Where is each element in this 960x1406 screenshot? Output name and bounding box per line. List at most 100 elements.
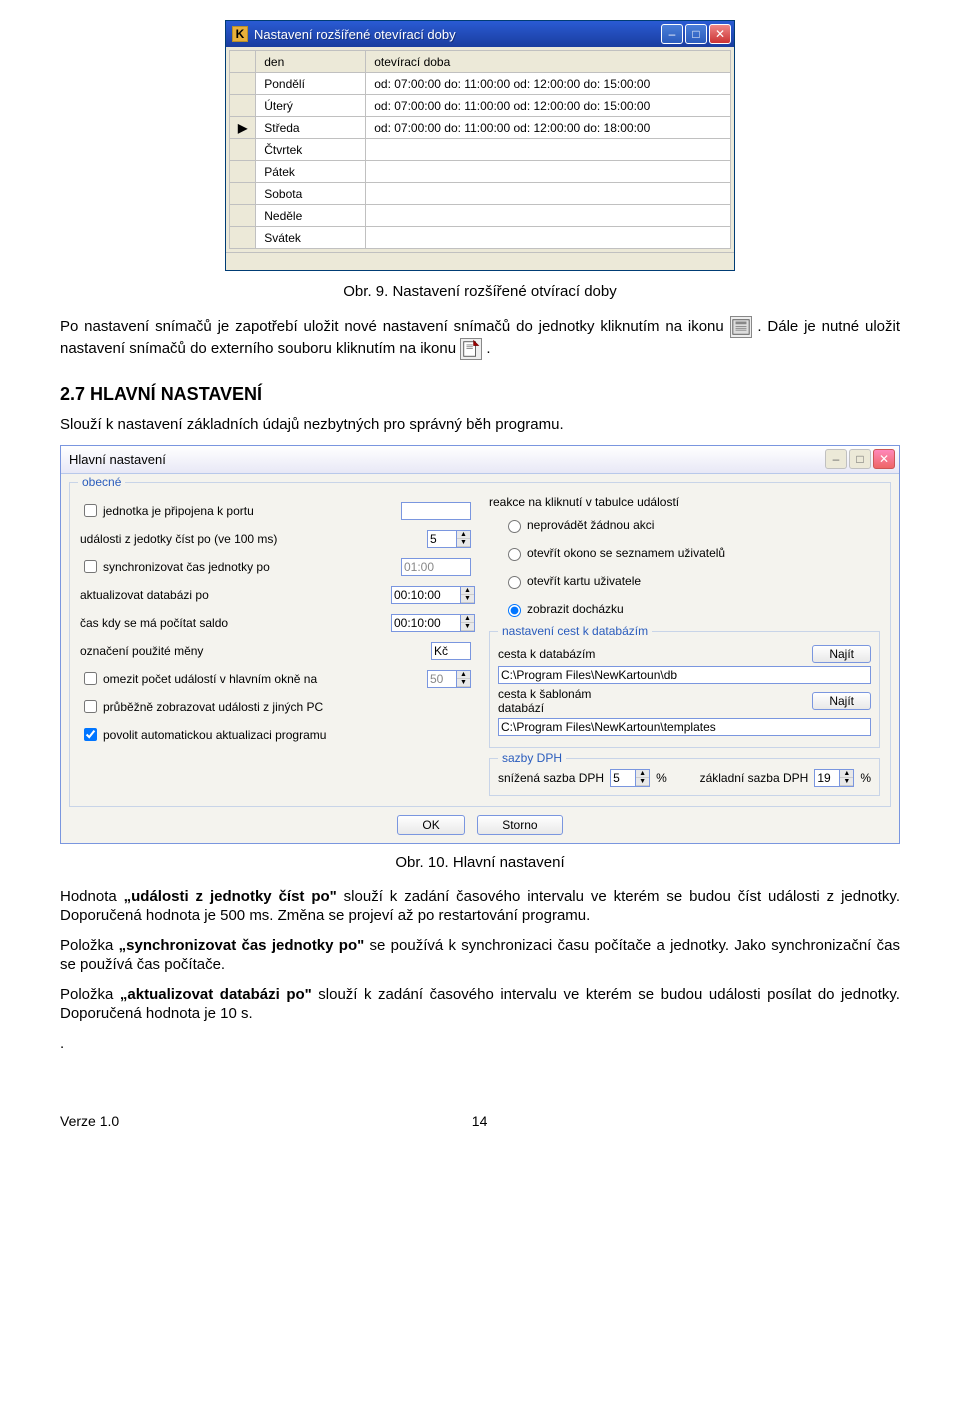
row-marker[interactable] <box>230 183 256 205</box>
cell-day[interactable]: Neděle <box>256 205 366 227</box>
main-settings-window: Hlavní nastavení – □ ✕ obecné jednotka j… <box>60 445 900 844</box>
row-marker[interactable] <box>230 95 256 117</box>
maximize-button[interactable]: □ <box>849 449 871 469</box>
spinner-icon[interactable]: ▲▼ <box>840 769 854 787</box>
section-heading: 2.7 HLAVNÍ NASTAVENÍ <box>60 384 900 405</box>
cell-hours[interactable]: od: 07:00:00 do: 11:00:00 od: 12:00:00 d… <box>366 95 731 117</box>
table-row[interactable]: Čtvrtek <box>230 139 731 161</box>
spinner-icon[interactable]: ▲▼ <box>636 769 650 787</box>
maximize-button[interactable]: □ <box>685 24 707 44</box>
find-db-button[interactable]: Najít <box>812 645 871 663</box>
db-path-label: cesta k databázím <box>498 647 638 661</box>
footer-version: Verze 1.0 <box>60 1113 119 1129</box>
saldo-input[interactable] <box>391 614 461 632</box>
port-label: jednotka je připojena k portu <box>103 504 391 518</box>
sync-time-checkbox[interactable] <box>84 560 97 573</box>
schedule-titlebar[interactable]: K Nastavení rozšířené otevírací doby – □… <box>226 21 734 47</box>
dph-legend: sazby DPH <box>498 751 566 765</box>
ok-button[interactable]: OK <box>397 815 464 835</box>
row-marker[interactable] <box>230 205 256 227</box>
row-marker[interactable] <box>230 139 256 161</box>
reaction-none-radio[interactable] <box>508 520 521 533</box>
spinner-icon[interactable]: ▲▼ <box>461 586 475 604</box>
paragraph-sync-time: Položka „synchronizovat čas jednotky po"… <box>60 936 900 975</box>
row-marker[interactable] <box>230 227 256 249</box>
limit-events-checkbox[interactable] <box>84 672 97 685</box>
cell-day[interactable]: Pondělí <box>256 73 366 95</box>
col-day[interactable]: den <box>256 51 366 73</box>
cell-day[interactable]: Pátek <box>256 161 366 183</box>
port-field[interactable] <box>401 502 471 520</box>
currency-input[interactable] <box>431 642 471 660</box>
app-icon: K <box>232 26 248 42</box>
spinner-icon[interactable]: ▲▼ <box>461 614 475 632</box>
table-row[interactable]: Pondělíod: 07:00:00 do: 11:00:00 od: 12:… <box>230 73 731 95</box>
limit-events-input[interactable] <box>427 670 457 688</box>
cell-hours[interactable]: od: 07:00:00 do: 11:00:00 od: 12:00:00 d… <box>366 117 731 139</box>
table-row[interactable]: Sobota <box>230 183 731 205</box>
reaction-open-card-radio[interactable] <box>508 576 521 589</box>
reaction-open-list-label: otevřít okono se seznamem uživatelů <box>527 546 880 560</box>
cell-hours[interactable]: od: 07:00:00 do: 11:00:00 od: 12:00:00 d… <box>366 73 731 95</box>
find-tpl-button[interactable]: Najít <box>812 692 871 710</box>
cell-day[interactable]: Středa <box>256 117 366 139</box>
main-settings-titlebar[interactable]: Hlavní nastavení – □ ✕ <box>61 446 899 474</box>
table-row[interactable]: Svátek <box>230 227 731 249</box>
cell-hours[interactable] <box>366 139 731 161</box>
sync-time-input[interactable] <box>401 558 471 576</box>
reaction-open-card-label: otevřít kartu uživatele <box>527 574 880 588</box>
autoupdate-label: povolit automatickou aktualizaci program… <box>103 728 471 742</box>
cell-hours[interactable] <box>366 183 731 205</box>
row-marker[interactable] <box>230 73 256 95</box>
reaction-attendance-radio[interactable] <box>508 604 521 617</box>
other-pc-label: průběžně zobrazovat události z jiných PC <box>103 700 471 714</box>
saldo-label: čas kdy se má počítat saldo <box>80 616 391 630</box>
col-hours[interactable]: otevírací doba <box>366 51 731 73</box>
cell-hours[interactable] <box>366 227 731 249</box>
reaction-open-list-radio[interactable] <box>508 548 521 561</box>
update-db-input[interactable] <box>391 586 461 604</box>
dph-base-input[interactable] <box>814 769 840 787</box>
cell-day[interactable]: Sobota <box>256 183 366 205</box>
schedule-table[interactable]: den otevírací doba Pondělíod: 07:00:00 d… <box>229 50 731 249</box>
cell-day[interactable]: Úterý <box>256 95 366 117</box>
dph-low-label: snížená sazba DPH <box>498 771 604 785</box>
row-marker[interactable]: ▶ <box>230 117 256 139</box>
close-button[interactable]: ✕ <box>873 449 895 469</box>
section-intro: Slouží k nastavení základních údajů nezb… <box>60 415 900 435</box>
minimize-button[interactable]: – <box>661 24 683 44</box>
schedule-window: K Nastavení rozšířené otevírací doby – □… <box>225 20 735 271</box>
figure-caption-9: Obr. 9. Nastavení rozšířené otvírací dob… <box>60 283 900 300</box>
cell-day[interactable]: Svátek <box>256 227 366 249</box>
read-interval-label: události z jedotky číst po (ve 100 ms) <box>80 532 391 546</box>
schedule-title: Nastavení rozšířené otevírací doby <box>254 27 661 42</box>
read-interval-input[interactable] <box>427 530 457 548</box>
db-path-input[interactable] <box>498 666 871 684</box>
table-row[interactable]: ▶Středaod: 07:00:00 do: 11:00:00 od: 12:… <box>230 117 731 139</box>
table-row[interactable]: Pátek <box>230 161 731 183</box>
cell-hours[interactable] <box>366 205 731 227</box>
table-row[interactable]: Neděle <box>230 205 731 227</box>
cell-day[interactable]: Čtvrtek <box>256 139 366 161</box>
figure-caption-10: Obr. 10. Hlavní nastavení <box>60 854 900 871</box>
port-checkbox[interactable] <box>84 504 97 517</box>
dph-low-input[interactable] <box>610 769 636 787</box>
reaction-label: reakce na kliknutí v tabulce událostí <box>489 495 880 509</box>
paths-group: nastavení cest k databázím cesta k datab… <box>489 631 880 748</box>
paragraph-update-db: Položka „aktualizovat databázi po" slouž… <box>60 985 900 1024</box>
other-pc-checkbox[interactable] <box>84 700 97 713</box>
paragraph-dot: . <box>60 1034 900 1054</box>
status-bar <box>226 252 734 270</box>
row-marker[interactable] <box>230 161 256 183</box>
cancel-button[interactable]: Storno <box>477 815 562 835</box>
paragraph-save-info: Po nastavení snímačů je zapotřebí uložit… <box>60 316 900 360</box>
spinner-icon[interactable]: ▲▼ <box>457 670 471 688</box>
minimize-button[interactable]: – <box>825 449 847 469</box>
table-row[interactable]: Úterýod: 07:00:00 do: 11:00:00 od: 12:00… <box>230 95 731 117</box>
spinner-icon[interactable]: ▲▼ <box>457 530 471 548</box>
close-button[interactable]: ✕ <box>709 24 731 44</box>
cell-hours[interactable] <box>366 161 731 183</box>
autoupdate-checkbox[interactable] <box>84 728 97 741</box>
tpl-path-input[interactable] <box>498 718 871 736</box>
percent-label: % <box>656 771 667 785</box>
